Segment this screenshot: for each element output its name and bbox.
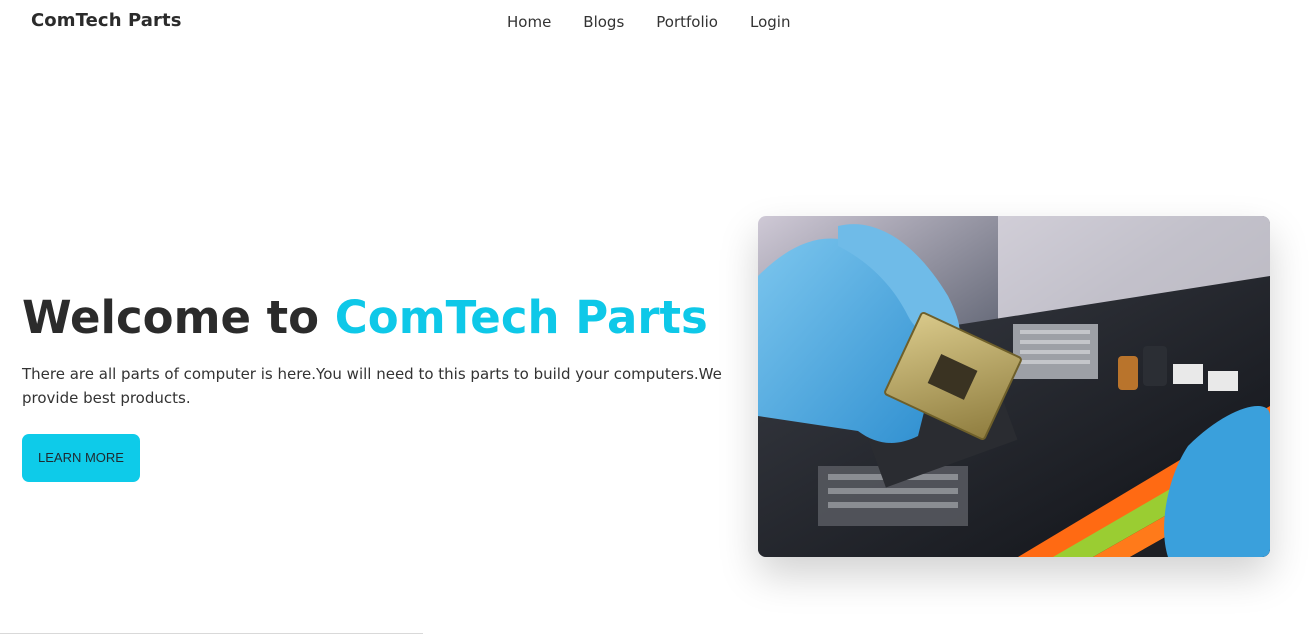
nav-link-login[interactable]: Login <box>750 13 790 31</box>
navbar: ComTech Parts Home Blogs Portfolio Login <box>0 0 1316 44</box>
cpu-motherboard-illustration <box>758 216 1270 557</box>
nav-link-home[interactable]: Home <box>507 13 551 31</box>
hero-description: There are all parts of computer is here.… <box>22 365 722 407</box>
nav-link-blogs[interactable]: Blogs <box>583 13 624 31</box>
nav-link-portfolio[interactable]: Portfolio <box>656 13 718 31</box>
nav-links: Home Blogs Portfolio Login <box>507 12 790 31</box>
nav-item-portfolio: Portfolio <box>656 12 718 31</box>
hero-title-accent: ComTech Parts <box>334 291 708 344</box>
hero-title-prefix: Welcome to <box>22 291 335 344</box>
nav-item-login: Login <box>750 12 790 31</box>
hero-image <box>758 216 1270 557</box>
learn-more-button[interactable]: LEARN MORE <box>22 434 140 482</box>
nav-item-home: Home <box>507 12 551 31</box>
brand-logo-link[interactable]: ComTech Parts <box>31 10 182 31</box>
hero-section: Welcome to ComTech Parts There are all p… <box>22 290 742 482</box>
hero-title: Welcome to ComTech Parts <box>22 290 742 346</box>
bottom-divider <box>0 633 423 634</box>
nav-item-blogs: Blogs <box>583 12 624 31</box>
